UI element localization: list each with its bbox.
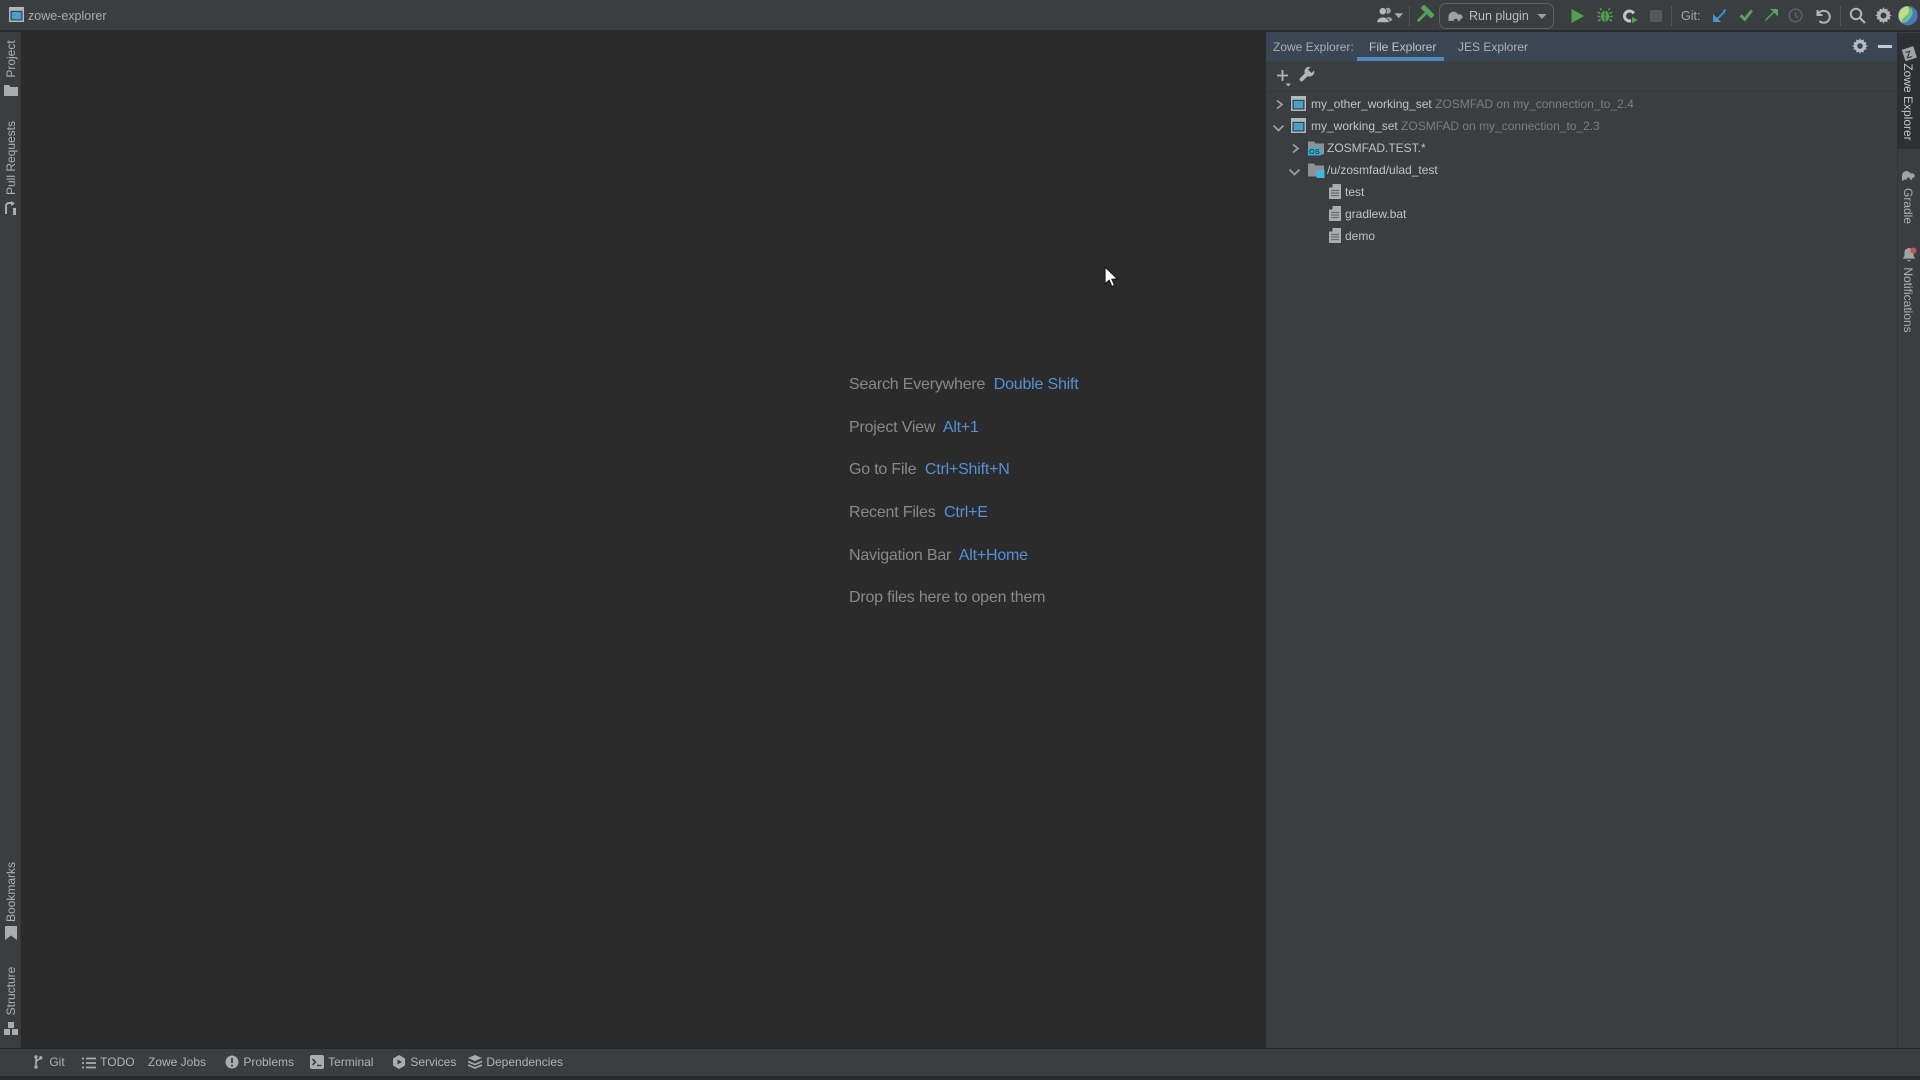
- svg-text:OS: OS: [1309, 147, 1320, 156]
